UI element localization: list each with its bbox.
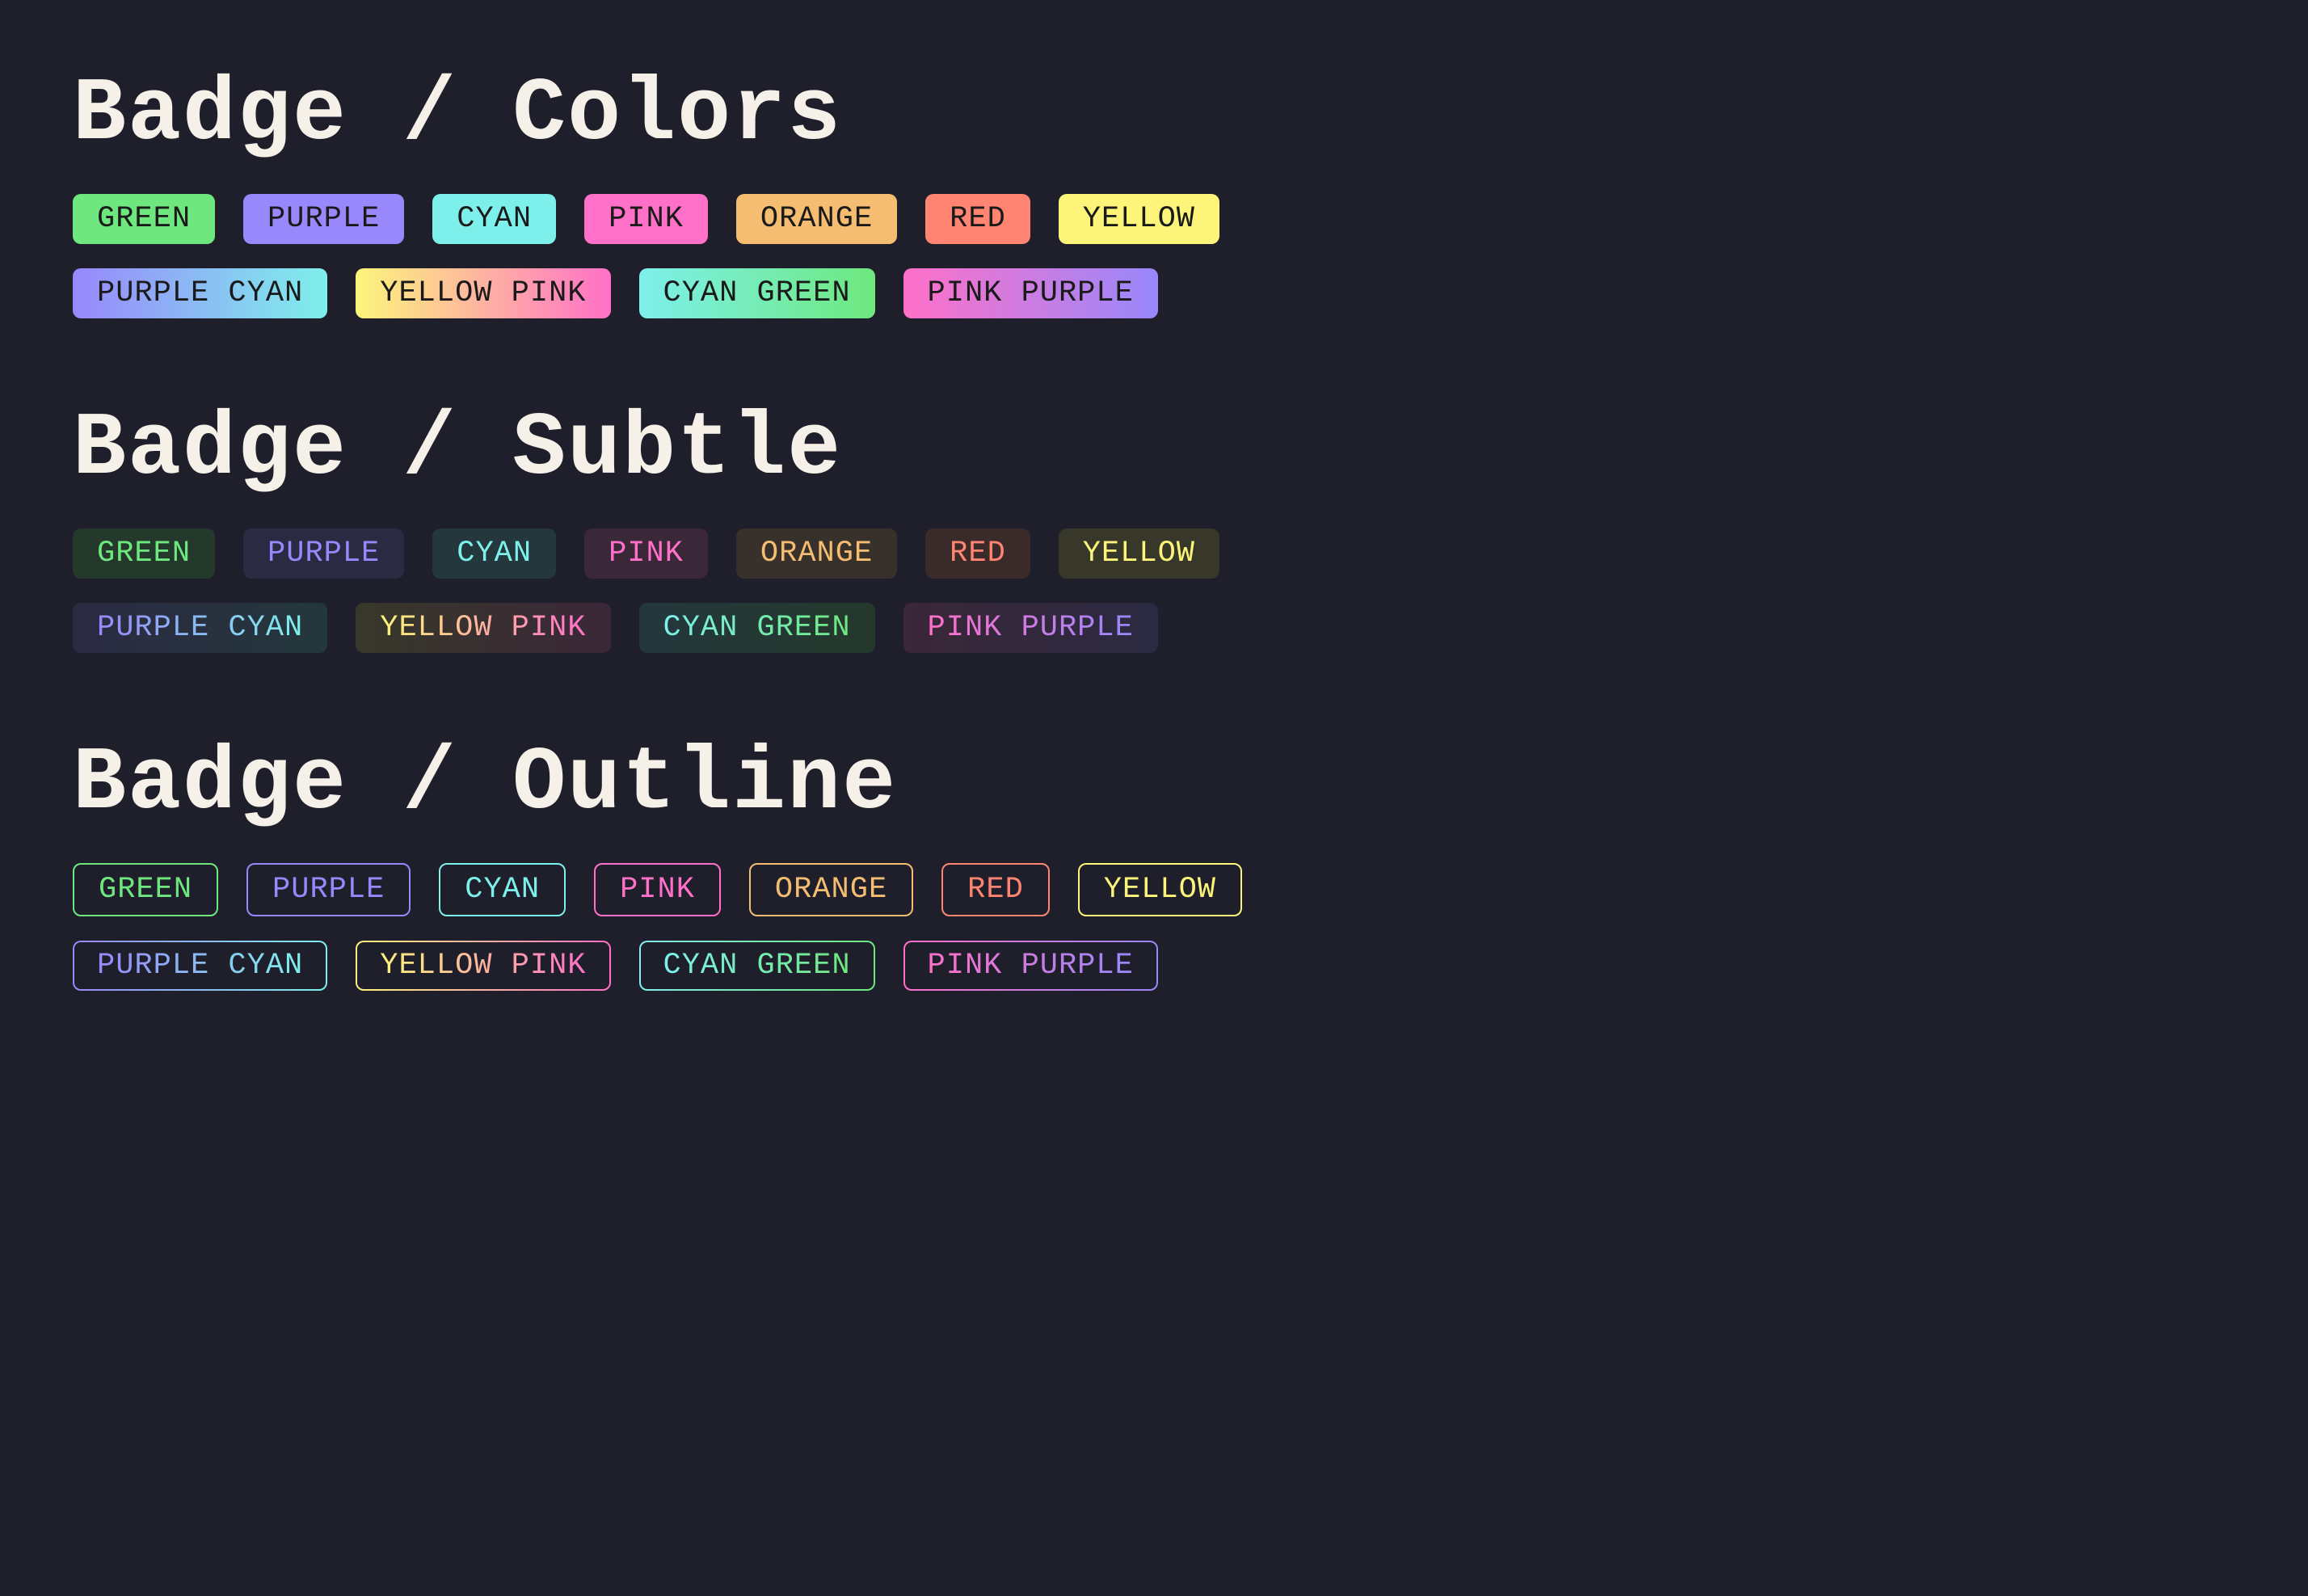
badge-outline-purple: PURPLE [246,863,411,916]
badge-outline-yellow-pink-label: YELLOW PINK [380,949,586,983]
badge-outline-pink: PINK [594,863,721,916]
badge-subtle-yellow: YELLOW [1059,528,1219,579]
badge-solid-yellow-pink: YELLOW PINK [356,268,610,318]
badge-outline-cyan-green-label: CYAN GREEN [663,949,851,983]
colors-row-2: PURPLE CYAN YELLOW PINK CYAN GREEN PINK … [73,268,2236,318]
badge-solid-cyan-green: CYAN GREEN [639,268,875,318]
section-colors-title: Badge / Colors [73,65,2236,166]
badge-subtle-pink-purple: PINK PURPLE [903,603,1158,653]
badge-solid-pink: PINK [584,194,708,244]
badge-subtle-cyan: CYAN [432,528,556,579]
section-subtle-title: Badge / Subtle [73,399,2236,500]
badge-subtle-red: RED [925,528,1030,579]
section-outline: Badge / Outline GREEN PURPLE CYAN PINK O… [73,734,2236,991]
badge-subtle-green: GREEN [73,528,215,579]
badge-subtle-purple: PURPLE [243,528,404,579]
badge-subtle-yellow-pink-label: YELLOW PINK [380,611,586,645]
outline-row-2: PURPLE CYAN YELLOW PINK CYAN GREEN PINK … [73,941,2236,991]
subtle-row-2: PURPLE CYAN YELLOW PINK CYAN GREEN PINK … [73,603,2236,653]
badge-solid-red: RED [925,194,1030,244]
badge-solid-purple: PURPLE [243,194,404,244]
badge-subtle-cyan-green: CYAN GREEN [639,603,875,653]
badge-outline-pink-purple-label: PINK PURPLE [928,949,1134,983]
badge-outline-cyan: CYAN [439,863,566,916]
badge-outline-purple-cyan-label: PURPLE CYAN [97,949,303,983]
badge-solid-purple-cyan: PURPLE CYAN [73,268,327,318]
badge-solid-green: GREEN [73,194,215,244]
badge-outline-red: RED [941,863,1050,916]
badge-solid-yellow: YELLOW [1059,194,1219,244]
badge-outline-yellow: YELLOW [1078,863,1242,916]
badge-subtle-purple-cyan-label: PURPLE CYAN [97,611,303,645]
badge-subtle-purple-cyan: PURPLE CYAN [73,603,327,653]
badge-outline-pink-purple: PINK PURPLE [903,941,1158,991]
badge-solid-pink-purple: PINK PURPLE [903,268,1158,318]
badge-subtle-pink-purple-label: PINK PURPLE [928,611,1134,645]
badge-outline-cyan-green: CYAN GREEN [639,941,875,991]
badge-solid-cyan: CYAN [432,194,556,244]
badge-outline-yellow-pink: YELLOW PINK [356,941,610,991]
badge-solid-orange: ORANGE [736,194,897,244]
badge-outline-orange: ORANGE [749,863,913,916]
badge-subtle-orange: ORANGE [736,528,897,579]
colors-row-1: GREEN PURPLE CYAN PINK ORANGE RED YELLOW [73,194,2236,244]
badge-outline-purple-cyan: PURPLE CYAN [73,941,327,991]
section-outline-title: Badge / Outline [73,734,2236,835]
subtle-row-1: GREEN PURPLE CYAN PINK ORANGE RED YELLOW [73,528,2236,579]
section-colors: Badge / Colors GREEN PURPLE CYAN PINK OR… [73,65,2236,318]
section-subtle: Badge / Subtle GREEN PURPLE CYAN PINK OR… [73,399,2236,653]
badge-outline-green: GREEN [73,863,218,916]
badge-subtle-pink: PINK [584,528,708,579]
badge-subtle-yellow-pink: YELLOW PINK [356,603,610,653]
outline-row-1: GREEN PURPLE CYAN PINK ORANGE RED YELLOW [73,863,2236,916]
badge-subtle-cyan-green-label: CYAN GREEN [663,611,851,645]
